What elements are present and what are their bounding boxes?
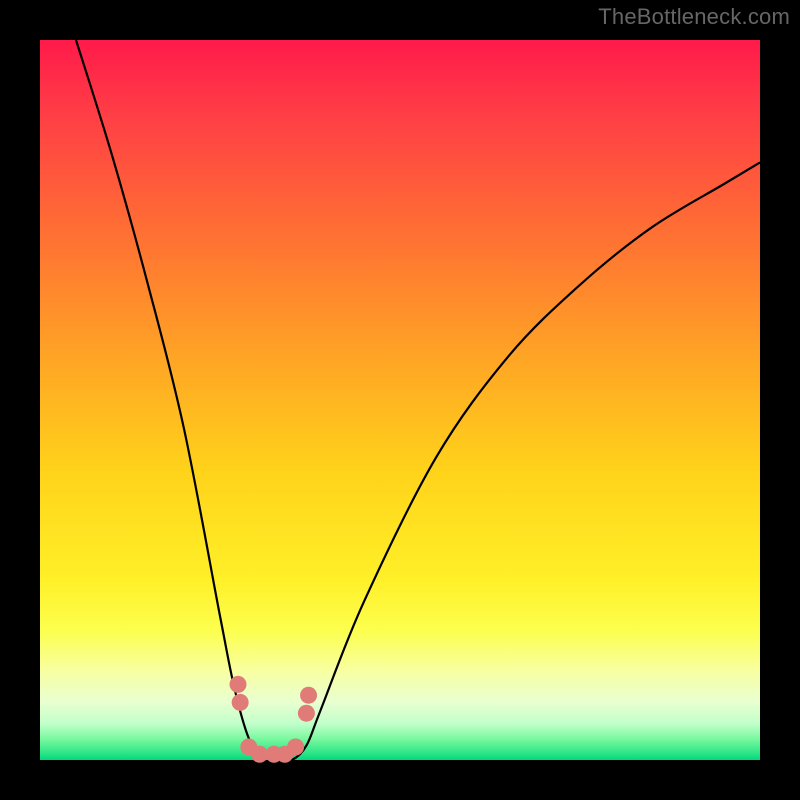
marker-dot	[300, 687, 317, 704]
plot-area	[40, 40, 760, 760]
marker-dot	[230, 676, 247, 693]
watermark-text: TheBottleneck.com	[598, 4, 790, 30]
marker-dot	[287, 739, 304, 756]
chart-svg	[40, 40, 760, 760]
marker-dot	[232, 694, 249, 711]
bottleneck-curve	[76, 40, 760, 762]
marker-dot	[298, 705, 315, 722]
chart-container: TheBottleneck.com	[0, 0, 800, 800]
